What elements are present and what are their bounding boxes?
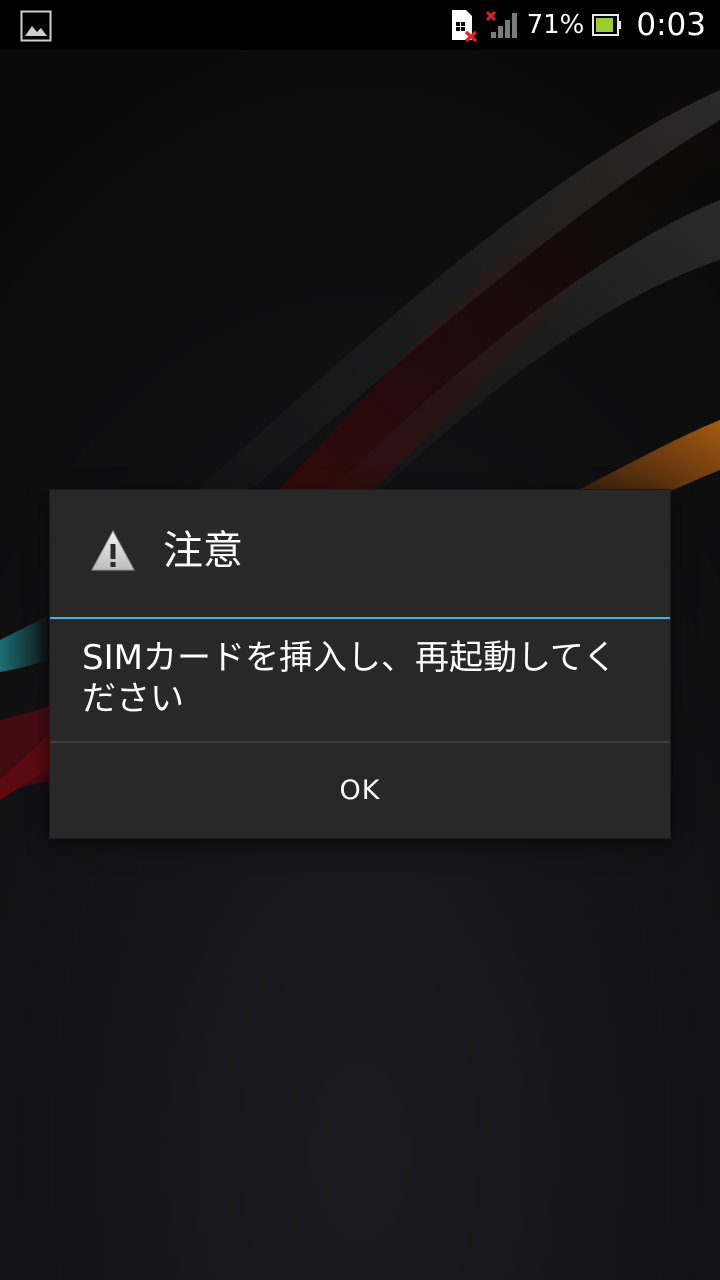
- battery-icon: [592, 14, 622, 36]
- title-divider: [50, 617, 670, 619]
- dialog-header: 注意: [50, 490, 670, 618]
- no-sim-icon: [449, 8, 479, 43]
- alert-dialog: 注意 SIMカードを挿入し、再起動してください OK: [50, 490, 670, 838]
- battery-percent: 71%: [526, 10, 585, 40]
- warning-icon: [90, 528, 136, 574]
- clock: 0:03: [636, 7, 706, 43]
- phone-screen: 71% 0:03 注意 SIMカードを挿入し、再起動してください OK: [0, 0, 720, 1280]
- gallery-notification-icon[interactable]: [20, 10, 52, 42]
- status-icons: 71% 0:03: [449, 0, 706, 50]
- dialog-title: 注意: [163, 528, 243, 574]
- dialog-message: SIMカードを挿入し、再起動してください: [82, 638, 617, 719]
- signal-no-service-icon: [485, 10, 521, 40]
- status-bar: 71% 0:03: [0, 0, 720, 50]
- ok-button[interactable]: OK: [50, 743, 670, 838]
